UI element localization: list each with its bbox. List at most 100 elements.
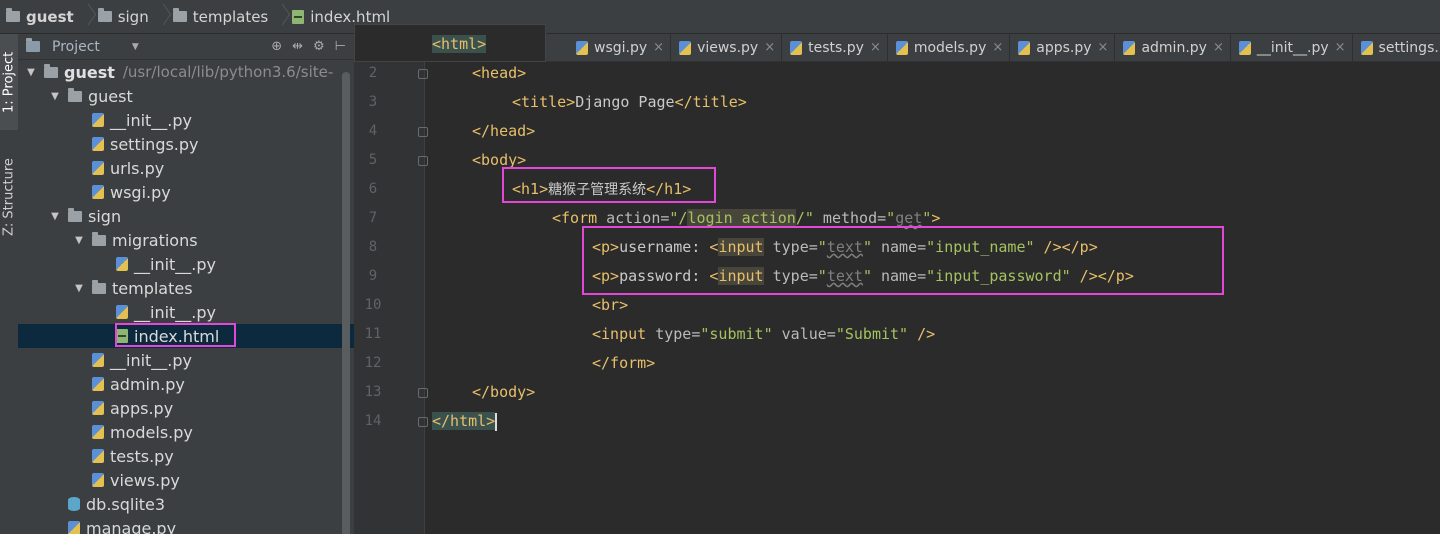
editor-tab[interactable]: admin.py × bbox=[1115, 33, 1231, 62]
tree-item[interactable]: views.py bbox=[18, 468, 354, 492]
editor-gutter: 1234567891011121314 bbox=[354, 34, 428, 534]
vertical-scrollbar[interactable] bbox=[342, 72, 350, 534]
breadcrumb-item-sign[interactable]: sign bbox=[82, 0, 157, 34]
tree-item-path: /usr/local/lib/python3.6/site- bbox=[122, 63, 334, 81]
editor-tab[interactable]: apps.py × bbox=[1010, 33, 1116, 62]
editor-tab[interactable]: tests.py × bbox=[782, 33, 888, 62]
project-panel-title[interactable]: Project bbox=[52, 39, 100, 55]
tree-item[interactable]: models.py bbox=[18, 420, 354, 444]
expand-arrow-icon[interactable]: ▼ bbox=[72, 283, 86, 294]
tree-item[interactable]: db.sqlite3 bbox=[18, 492, 354, 516]
folder-icon bbox=[6, 8, 20, 22]
breadcrumb-item-templates[interactable]: templates bbox=[157, 0, 277, 34]
expand-arrow-icon[interactable]: ▼ bbox=[24, 67, 38, 78]
editor-tab-label: apps.py bbox=[1036, 39, 1092, 56]
highlight-box-inputs bbox=[582, 226, 1224, 295]
highlight-box-index-html bbox=[115, 323, 236, 347]
project-icon bbox=[26, 38, 40, 52]
close-icon[interactable]: × bbox=[764, 40, 775, 55]
locate-icon[interactable]: ⊕ bbox=[271, 39, 282, 54]
code-line-14: </html> bbox=[432, 412, 498, 431]
tree-item[interactable]: tests.py bbox=[18, 444, 354, 468]
tree-item-label: guest bbox=[64, 62, 115, 82]
line-number: 6 bbox=[368, 181, 378, 197]
editor-tab-bar: wsgi.py × views.py × tests.py × models.py × apps… bbox=[546, 33, 1440, 62]
tree-item-label: settings.py bbox=[110, 134, 199, 154]
tree-item[interactable]: apps.py bbox=[18, 396, 354, 420]
python-file-icon bbox=[92, 473, 104, 487]
close-icon[interactable]: × bbox=[992, 40, 1003, 55]
python-file-icon bbox=[116, 305, 128, 319]
fold-marker-icon[interactable] bbox=[418, 417, 428, 427]
project-tool-tab[interactable]: 1: Project bbox=[0, 34, 18, 130]
editor-tab-label: tests.py bbox=[808, 39, 864, 56]
code-line-10: <br> bbox=[592, 296, 629, 314]
tree-item-label: apps.py bbox=[110, 398, 174, 418]
tree-item[interactable]: ▼ guest/usr/local/lib/python3.6/site- bbox=[18, 60, 354, 84]
tree-item-label: __init__.py bbox=[110, 110, 193, 130]
tree-item[interactable]: ▼ guest bbox=[18, 84, 354, 108]
tree-item[interactable]: ▼ sign bbox=[18, 204, 354, 228]
structure-tool-tab[interactable]: Z: Structure bbox=[0, 142, 18, 252]
hide-icon[interactable]: ⊢ bbox=[335, 39, 346, 54]
tree-item[interactable]: manage.py bbox=[18, 516, 354, 534]
tree-item-label: views.py bbox=[110, 470, 180, 490]
tree-item[interactable]: ▼ templates bbox=[18, 276, 354, 300]
folder-icon bbox=[68, 87, 82, 102]
editor-tab[interactable]: views.py × bbox=[671, 33, 783, 62]
tree-item-label: sign bbox=[88, 206, 122, 226]
expand-arrow-icon[interactable]: ▼ bbox=[72, 235, 86, 246]
tree-item[interactable]: urls.py bbox=[18, 156, 354, 180]
editor-tab[interactable]: settings.py× bbox=[1353, 34, 1440, 62]
tree-item[interactable]: __init__.py bbox=[18, 252, 354, 276]
close-icon[interactable]: × bbox=[653, 40, 664, 55]
line-number: 5 bbox=[368, 152, 378, 168]
editor-tab-label: wsgi.py bbox=[594, 39, 648, 56]
tool-window-strip: 1: Project Z: Structure bbox=[0, 34, 19, 534]
tree-item[interactable]: __init__.py bbox=[18, 108, 354, 132]
tree-item-label: templates bbox=[112, 278, 193, 298]
folder-icon bbox=[92, 279, 106, 294]
editor-tab-label: __init__.py bbox=[1256, 39, 1329, 56]
python-file-icon bbox=[1360, 40, 1373, 55]
folder-icon bbox=[92, 231, 106, 246]
editor-tab-label: settings.py bbox=[1378, 39, 1440, 56]
fold-marker-icon[interactable] bbox=[418, 127, 428, 137]
tree-item[interactable]: settings.py bbox=[18, 132, 354, 156]
expand-arrow-icon[interactable]: ▼ bbox=[48, 211, 62, 222]
editor-tab[interactable]: __init__.py × bbox=[1231, 33, 1353, 62]
tree-item-label: tests.py bbox=[110, 446, 174, 466]
breadcrumb-separator bbox=[82, 0, 92, 34]
tree-item-label: models.py bbox=[110, 422, 193, 442]
close-icon[interactable]: × bbox=[1213, 40, 1224, 55]
fold-marker-icon[interactable] bbox=[418, 156, 428, 166]
breadcrumb-item-guest[interactable]: guest bbox=[6, 0, 82, 34]
tree-item[interactable]: __init__.py bbox=[18, 348, 354, 372]
fold-marker-icon[interactable] bbox=[418, 388, 428, 398]
close-icon[interactable]: × bbox=[1098, 40, 1109, 55]
tree-item-label: migrations bbox=[112, 230, 198, 250]
folder-icon bbox=[172, 8, 187, 22]
editor-tab[interactable]: wsgi.py × bbox=[568, 33, 672, 62]
gear-icon[interactable]: ⚙ bbox=[313, 39, 325, 54]
chevron-down-icon[interactable]: ▼ bbox=[132, 42, 139, 52]
python-file-icon bbox=[92, 137, 104, 151]
tree-item[interactable]: wsgi.py bbox=[18, 180, 354, 204]
editor-tab-label: models.py bbox=[913, 39, 987, 56]
tree-item[interactable]: __init__.py bbox=[18, 300, 354, 324]
collapse-icon[interactable]: ⇹ bbox=[292, 39, 303, 54]
fold-marker-icon[interactable] bbox=[418, 69, 428, 79]
breadcrumb-separator bbox=[157, 0, 167, 34]
tree-item-label: __init__.py bbox=[134, 254, 217, 274]
close-icon[interactable]: × bbox=[870, 40, 881, 55]
folder-icon bbox=[97, 8, 112, 22]
editor-tab[interactable]: models.py × bbox=[888, 33, 1011, 62]
line-number: 11 bbox=[364, 326, 382, 342]
line-number: 14 bbox=[364, 413, 382, 429]
python-file-icon bbox=[92, 377, 104, 391]
tree-item[interactable]: ▼ migrations bbox=[18, 228, 354, 252]
line-number: 10 bbox=[364, 297, 382, 313]
close-icon[interactable]: × bbox=[1335, 40, 1346, 55]
tree-item[interactable]: admin.py bbox=[18, 372, 354, 396]
expand-arrow-icon[interactable]: ▼ bbox=[48, 91, 62, 102]
